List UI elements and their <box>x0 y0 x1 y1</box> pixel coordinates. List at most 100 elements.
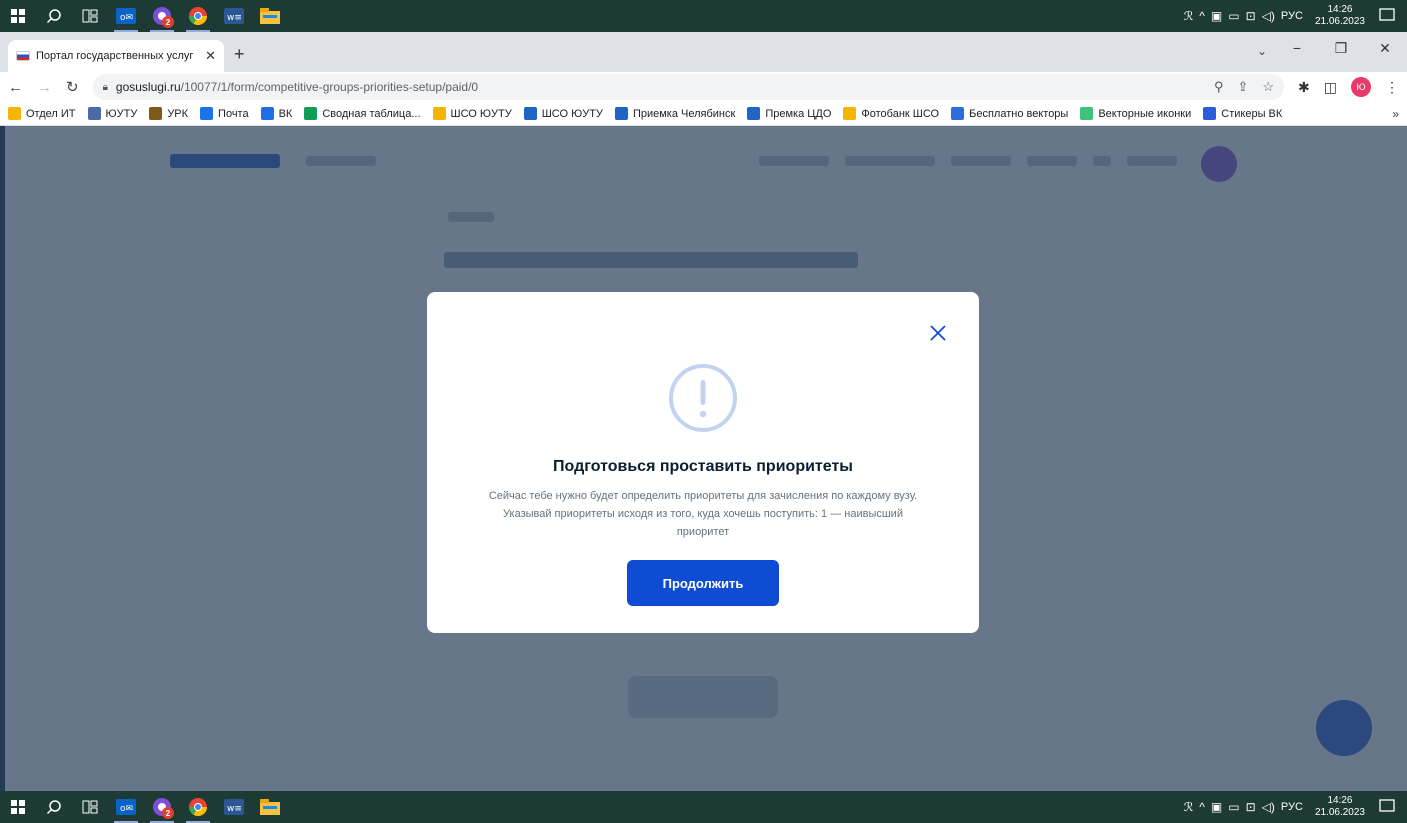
svg-text:o✉: o✉ <box>120 804 133 814</box>
menu-icon[interactable]: ⋮ <box>1385 79 1399 96</box>
people-icon[interactable]: ℛ <box>1184 800 1194 814</box>
volume-icon[interactable]: ◁) <box>1262 9 1275 23</box>
search-icon[interactable] <box>36 791 72 823</box>
clock-time: 14:26 <box>1327 795 1353 806</box>
viber-badge: 2 <box>162 807 174 819</box>
bookmark-favicon-icon <box>304 107 318 120</box>
bookmark-label: ВК <box>278 107 293 120</box>
bookmark-item[interactable]: ЮУТУ <box>87 107 137 120</box>
bookmark-favicon-icon <box>1080 107 1094 120</box>
restore-icon[interactable]: ❐ <box>1319 40 1363 57</box>
chrome-icon[interactable] <box>180 791 216 823</box>
windows-start-icon[interactable] <box>0 791 36 823</box>
bookmark-item[interactable]: Векторные иконки <box>1080 107 1191 120</box>
bookmark-star-icon[interactable]: ☆ <box>1262 79 1274 95</box>
people-icon[interactable]: ℛ <box>1184 9 1194 23</box>
forward-icon[interactable]: → <box>37 79 52 96</box>
modal-title: Подготовься проставить приоритеты <box>553 458 853 475</box>
bookmark-item[interactable]: ШСО ЮУТУ <box>523 107 603 120</box>
russia-flag-icon <box>16 51 30 61</box>
tray-app-icon[interactable]: ▣ <box>1211 9 1222 23</box>
viber-badge: 2 <box>162 16 174 28</box>
viber-icon[interactable]: 2 <box>144 0 180 32</box>
modal-text-line-1: Сейчас тебе нужно будет определить приор… <box>488 490 918 502</box>
chrome-icon[interactable] <box>180 0 216 32</box>
zoom-search-icon[interactable]: ⚲ <box>1214 79 1224 95</box>
task-view-icon[interactable] <box>72 0 108 32</box>
bookmark-item[interactable]: УРК <box>149 107 188 120</box>
clock[interactable]: 14:26 21.06.2023 <box>1315 4 1365 28</box>
close-window-icon[interactable]: ✕ <box>1363 40 1407 57</box>
bookmark-item[interactable]: Почта <box>200 107 249 120</box>
clock-date: 21.06.2023 <box>1314 807 1365 818</box>
back-icon[interactable]: ← <box>8 79 23 96</box>
share-icon[interactable]: ⇪ <box>1237 79 1248 95</box>
bookmark-item[interactable]: Отдел ИТ <box>8 107 76 120</box>
bookmark-item[interactable]: ВК <box>260 107 293 120</box>
clock[interactable]: 14:26 21.06.2023 <box>1315 795 1365 819</box>
network-icon[interactable]: ⊡ <box>1246 9 1256 23</box>
tab-close-icon[interactable]: ✕ <box>205 48 216 64</box>
bookmark-item[interactable]: Фотобанк ШСО <box>843 107 939 120</box>
bookmark-favicon-icon <box>843 107 857 120</box>
reload-icon[interactable]: ↻ <box>66 78 79 96</box>
bookmark-favicon-icon <box>149 107 163 120</box>
language-indicator[interactable]: РУС <box>1281 801 1303 813</box>
new-tab-button[interactable]: + <box>234 44 245 65</box>
minimize-icon[interactable]: − <box>1275 40 1319 57</box>
close-icon[interactable] <box>927 322 949 344</box>
network-icon[interactable]: ⊡ <box>1246 800 1256 814</box>
url-path: /10077/1/form/competitive-groups-priorit… <box>180 80 479 94</box>
file-explorer-icon[interactable] <box>252 791 288 823</box>
bookmark-label: ШСО ЮУТУ <box>541 107 603 120</box>
bookmark-label: Фотобанк ШСО <box>861 107 940 120</box>
bookmarks-more-icon[interactable]: » <box>1392 107 1399 121</box>
word-icon[interactable]: w≡ <box>216 791 252 823</box>
notification-center-icon[interactable] <box>1377 796 1399 818</box>
bookmark-label: Премка ЦДО <box>765 107 832 120</box>
address-bar[interactable]: 🔒︎ gosuslugi.ru/10077/1/form/competitive… <box>92 74 1285 100</box>
word-icon[interactable]: w≡ <box>216 0 252 32</box>
side-panel-icon[interactable]: ◫ <box>1324 79 1337 96</box>
bookmark-label: Сводная таблица... <box>322 107 421 120</box>
bookmark-label: ШСО ЮУТУ <box>450 107 512 120</box>
bookmark-item[interactable]: Бесплатно векторы <box>951 107 1068 120</box>
bookmark-item[interactable]: Премка ЦДО <box>747 107 831 120</box>
svg-text:o✉: o✉ <box>120 13 133 23</box>
bookmark-item[interactable]: ШСО ЮУТУ <box>432 107 512 120</box>
browser-toolbar: ← → ↻ 🔒︎ gosuslugi.ru/10077/1/form/compe… <box>0 72 1407 102</box>
outlook-icon[interactable]: o✉ <box>108 0 144 32</box>
outlook-icon[interactable]: o✉ <box>108 791 144 823</box>
bookmark-item[interactable]: Стикеры ВК <box>1203 107 1282 120</box>
tray-app-icon[interactable]: ▣ <box>1211 800 1222 814</box>
chevron-up-icon[interactable]: ^ <box>1199 9 1205 23</box>
bookmark-item[interactable]: Сводная таблица... <box>304 107 421 120</box>
tab-search-chevron-icon[interactable]: ⌄ <box>1257 44 1267 58</box>
tab-strip: Портал государственных услуг ✕ + ⌄ − ❐ ✕ <box>0 32 1407 72</box>
bookmark-favicon-icon <box>1203 107 1217 120</box>
chevron-up-icon[interactable]: ^ <box>1199 800 1205 814</box>
lock-icon[interactable]: 🔒︎ <box>103 82 108 93</box>
bookmark-item[interactable]: Приемка Челябинск <box>614 107 735 120</box>
clock-time: 14:26 <box>1327 4 1353 15</box>
file-explorer-icon[interactable] <box>252 0 288 32</box>
language-indicator[interactable]: РУС <box>1281 10 1303 22</box>
profile-avatar[interactable]: Ю <box>1351 77 1371 97</box>
modal-text-line-2: Указывай приоритеты исходя из того, куда… <box>503 508 903 520</box>
windows-start-icon[interactable] <box>0 0 36 32</box>
window-controls: − ❐ ✕ <box>1275 40 1407 57</box>
bookmark-favicon-icon <box>614 107 628 120</box>
power-icon[interactable]: ▭ <box>1228 9 1239 23</box>
search-icon[interactable] <box>36 0 72 32</box>
url-host: gosuslugi.ru <box>115 80 181 94</box>
volume-icon[interactable]: ◁) <box>1262 800 1275 814</box>
notification-center-icon[interactable] <box>1377 5 1399 27</box>
extensions-icon[interactable]: ✱ <box>1298 79 1310 96</box>
tab-gosuslugi[interactable]: Портал государственных услуг ✕ <box>8 40 224 72</box>
continue-button[interactable]: Продолжить <box>627 560 779 606</box>
bookmarks-bar: Отдел ИТ ЮУТУ УРК Почта ВК Сводная таблица...… <box>0 102 1407 126</box>
viber-icon[interactable]: 2 <box>144 791 180 823</box>
url-text[interactable]: gosuslugi.ru/10077/1/form/competitive-gr… <box>116 80 1206 94</box>
task-view-icon[interactable] <box>72 791 108 823</box>
power-icon[interactable]: ▭ <box>1228 800 1239 814</box>
